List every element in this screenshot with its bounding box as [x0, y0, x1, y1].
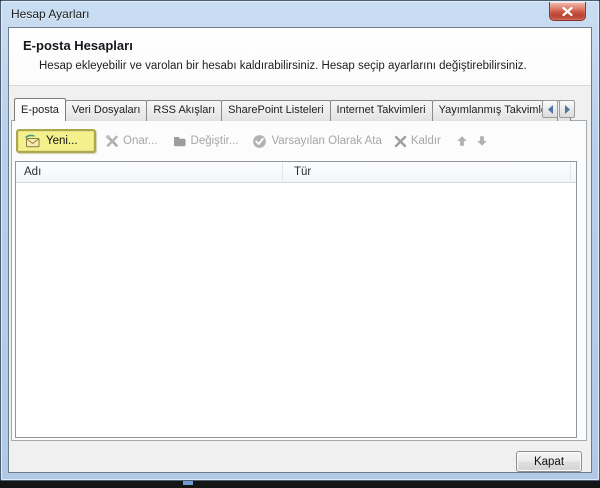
tab-internet-takvimleri[interactable]: Internet Takvimleri: [329, 100, 433, 121]
account-settings-window: Hesap Ayarları E-posta Hesapları Hesap e…: [0, 0, 600, 481]
move-down-icon: [476, 135, 488, 147]
new-account-button[interactable]: Yeni...: [16, 129, 96, 153]
tab-scroll-right-button[interactable]: [559, 100, 575, 118]
column-header-name: Adı: [16, 162, 283, 182]
tab-scroll-right-icon: [563, 104, 572, 115]
move-up-icon: [456, 135, 468, 147]
remove-icon: [394, 135, 407, 148]
header-band: E-posta Hesapları Hesap ekleyebilir ve v…: [9, 28, 591, 86]
close-button[interactable]: [549, 2, 586, 21]
remove-account-label: Kaldır: [410, 135, 441, 147]
move-up-button[interactable]: [456, 135, 468, 147]
window-title: Hesap Ayarları: [11, 7, 90, 21]
column-header-filler: [571, 162, 576, 182]
repair-icon: [105, 134, 119, 148]
change-account-button[interactable]: Değiştir...: [172, 134, 239, 148]
page-title: E-posta Hesapları: [23, 38, 133, 53]
column-header-type: Tür: [283, 162, 571, 182]
desktop-artifact: [183, 481, 193, 485]
new-mail-icon: [24, 134, 41, 148]
repair-account-label: Onar...: [123, 135, 158, 147]
accounts-list[interactable]: Adı Tür: [15, 161, 577, 438]
screen: Hesap Ayarları E-posta Hesapları Hesap e…: [0, 0, 600, 488]
dialog-body: E-posta Hesapları Hesap ekleyebilir ve v…: [8, 27, 592, 473]
accounts-list-body[interactable]: [16, 183, 576, 437]
tab-veri-dosyalari[interactable]: Veri Dosyaları: [64, 100, 148, 121]
accounts-list-header: Adı Tür: [16, 162, 576, 183]
tab-scroll-left-button[interactable]: [542, 100, 558, 118]
tab-yayimlanmis-takvimler[interactable]: Yayımlanmış Takvimler: [431, 100, 558, 121]
move-down-button[interactable]: [476, 135, 488, 147]
close-dialog-button[interactable]: Kapat: [516, 451, 582, 472]
close-icon: [562, 6, 573, 16]
tab-sharepoint-listeleri[interactable]: SharePoint Listeleri: [221, 100, 331, 121]
tab-scroll-left-icon: [546, 104, 555, 115]
remove-account-button[interactable]: Kaldır: [394, 135, 441, 148]
email-tab-page: Yeni... Onar... Değiştir... Varsayılan O…: [11, 120, 587, 441]
change-icon: [172, 134, 187, 148]
titlebar[interactable]: Hesap Ayarları: [1, 1, 599, 27]
change-account-label: Değiştir...: [190, 135, 239, 147]
new-account-label: Yeni...: [46, 135, 78, 147]
repair-account-button[interactable]: Onar...: [105, 134, 158, 148]
tab-rss-akislari[interactable]: RSS Akışları: [146, 100, 223, 121]
page-description: Hesap ekleyebilir ve varolan bir hesabı …: [39, 60, 527, 72]
tab-eposta[interactable]: E-posta: [14, 98, 66, 121]
set-default-label: Varsayılan Olarak Ata: [271, 135, 382, 147]
set-default-button[interactable]: Varsayılan Olarak Ata: [252, 134, 382, 149]
desktop-background-strip: [0, 481, 600, 488]
tab-strip: E-posta Veri Dosyaları RSS Akışları Shar…: [14, 98, 571, 121]
accounts-toolbar: Yeni... Onar... Değiştir... Varsayılan O…: [14, 127, 584, 155]
set-default-icon: [252, 134, 267, 149]
